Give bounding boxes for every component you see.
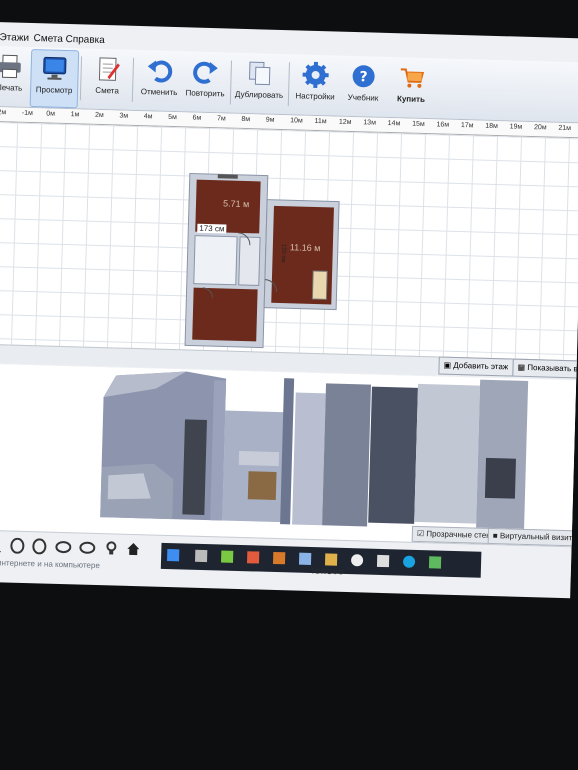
rotate-right-icon[interactable] [31,538,47,555]
svg-text:?: ? [359,69,368,85]
taskbar-app-icon[interactable] [220,550,234,563]
ruler-tick-label: 11м [314,117,327,126]
ruler-tick-label: -1м [21,109,33,118]
3d-scene[interactable] [0,363,577,549]
taskbar-app-icon[interactable] [402,555,416,568]
show-all-button[interactable]: ▦ Показывать все ра [512,358,578,380]
cart-icon [400,68,425,88]
layers-icon: ▦ [517,362,528,372]
printer-icon [0,54,21,79]
estimate-button[interactable]: Смета [84,51,132,108]
ruler-tick-label: 21м [558,124,572,133]
ruler-tick-label: 5м [168,113,178,122]
room-dimension: 120 см [279,243,287,263]
taskbar-app-icon[interactable] [272,551,286,565]
taskbar-app-icon[interactable] [350,554,364,567]
menu-estimate[interactable]: Смета [33,33,63,45]
taskbar-app-icon[interactable] [167,548,180,562]
app-window: Этажи Смета Справка Печать Просмотр Смет… [0,22,578,599]
undo-icon [147,60,173,83]
ruler-tick-label: 13м [363,119,377,127]
zoom-icon[interactable] [0,537,2,554]
menu-help[interactable]: Справка [65,34,105,46]
gear-icon [302,61,329,88]
taskbar-app-icon[interactable] [298,552,312,566]
taskbar-app-icon[interactable] [376,554,390,568]
ruler-tick-label: 7м [216,115,226,123]
floor-plan-canvas[interactable]: 5.71 м 11.16 м 173 см 120 см ▣ Добавить … [0,121,578,380]
buy-button[interactable]: Купить [388,59,436,116]
add-floor-button[interactable]: ▣ Добавить этаж [438,356,514,377]
taskbar-app-icon[interactable] [246,551,260,564]
redo-button[interactable]: Повторить [182,53,230,110]
ruler-tick-label: 4м [143,113,153,121]
menu-floors[interactable]: Этажи [0,32,29,44]
ruler-tick-label: 8м [241,115,251,124]
ruler-tick-label: 20м [533,124,547,132]
home-icon[interactable] [125,541,141,557]
print-button[interactable]: Печать [0,48,33,105]
ruler-tick-label: 0м [46,110,56,118]
ruler-tick-label: 12м [338,118,352,126]
add-floor-icon: ▣ [443,360,454,370]
laptop-brand-label: lenovo [311,565,345,577]
tutorial-button[interactable]: ? Учебник [340,58,388,115]
tilt-down-icon[interactable] [79,540,96,556]
ruler-tick-label: 6м [192,114,202,122]
taskbar-app-icon[interactable] [195,549,208,563]
3d-view[interactable]: ☑ Прозрачные стены ■ Виртуальный визит [0,363,578,549]
monitor-icon [43,56,67,80]
duplicate-icon [248,61,271,86]
ruler-tick-label: 10м [290,117,303,125]
ruler-tick-label: 19м [509,123,523,131]
tilt-up-icon[interactable] [55,539,72,555]
ruler-tick-label: 1м [70,111,80,119]
redo-icon [193,61,218,84]
taskbar-app-icon[interactable] [428,556,442,569]
undo-button[interactable]: Отменить [136,52,184,109]
duplicate-button[interactable]: Дублировать [232,55,288,112]
taskbar-app-icon[interactable] [324,553,338,566]
room-dimension: 173 см [197,223,227,234]
room-dimension: 5.71 м [222,198,250,210]
room-dimension: 11.16 м [289,242,321,254]
ruler-tick-label: 2м [94,111,104,120]
ruler-tick-label: 15м [412,120,425,129]
ruler-tick-label: 18м [485,122,498,131]
preview-button[interactable]: Просмотр [29,48,80,109]
notepad-icon [98,57,120,81]
ruler-tick-label: 3м [119,112,129,120]
ruler-tick-label: 16м [436,121,450,129]
ruler-tick-label: 2м [0,109,7,117]
ruler-tick-label: 9м [265,116,275,124]
rotate-left-icon[interactable] [9,537,25,554]
light-icon[interactable] [103,540,119,556]
ruler-tick-label: 14м [387,119,401,128]
settings-button[interactable]: Настройки [292,56,340,113]
ruler-tick-label: 17м [460,122,474,130]
help-icon: ? [352,65,375,88]
